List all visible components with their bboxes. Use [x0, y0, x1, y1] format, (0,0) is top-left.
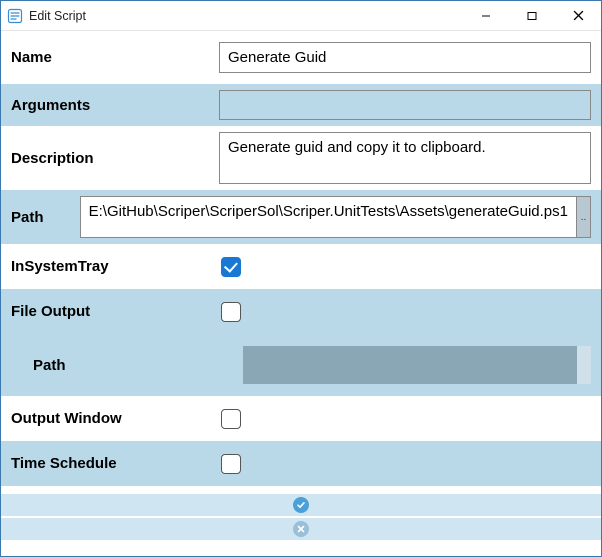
- row-description: Description Generate guid and copy it to…: [1, 126, 601, 190]
- row-name: Name Generate Guid: [1, 31, 601, 84]
- name-input[interactable]: Generate Guid: [219, 42, 591, 73]
- row-timeschedule: Time Schedule: [1, 441, 601, 486]
- window-controls: [463, 1, 601, 30]
- minimize-button[interactable]: [463, 1, 509, 30]
- browse-path-button[interactable]: ..: [577, 196, 591, 238]
- fileoutput-checkbox[interactable]: [221, 302, 241, 322]
- row-path: Path E:\GitHub\Scriper\ScriperSol\Scripe…: [1, 190, 601, 244]
- row-insystemtray: InSystemTray: [1, 244, 601, 289]
- close-button[interactable]: [555, 1, 601, 30]
- edit-script-window: Edit Script Name Generate Guid Arguments: [0, 0, 602, 557]
- maximize-button[interactable]: [509, 1, 555, 30]
- insystemtray-checkbox[interactable]: [221, 257, 241, 277]
- label-description: Description: [1, 126, 219, 190]
- label-name: Name: [1, 31, 219, 84]
- row-fileoutput-path: Path: [1, 334, 601, 396]
- label-insystemtray: InSystemTray: [1, 244, 219, 289]
- description-input[interactable]: Generate guid and copy it to clipboard.: [219, 132, 591, 184]
- form-content: Name Generate Guid Arguments Description…: [1, 31, 601, 556]
- browse-fileoutput-button: [577, 346, 591, 384]
- timeschedule-checkbox[interactable]: [221, 454, 241, 474]
- check-icon: [293, 497, 309, 513]
- label-arguments: Arguments: [1, 84, 219, 126]
- fileoutput-path-input: [243, 346, 577, 384]
- cross-icon: [293, 521, 309, 537]
- row-arguments: Arguments: [1, 84, 601, 126]
- path-input[interactable]: E:\GitHub\Scriper\ScriperSol\Scriper.Uni…: [80, 196, 577, 238]
- footer: [1, 492, 601, 540]
- script-icon: [7, 8, 23, 24]
- row-fileoutput: File Output: [1, 289, 601, 334]
- outputwindow-checkbox[interactable]: [221, 409, 241, 429]
- label-fileoutput: File Output: [1, 289, 219, 334]
- label-timeschedule: Time Schedule: [1, 441, 219, 486]
- titlebar: Edit Script: [1, 1, 601, 31]
- cancel-row[interactable]: [1, 516, 601, 540]
- label-outputwindow: Output Window: [1, 396, 219, 441]
- window-title: Edit Script: [29, 9, 463, 23]
- label-fileoutput-path: Path: [1, 340, 243, 390]
- row-outputwindow: Output Window: [1, 396, 601, 441]
- label-path: Path: [1, 190, 80, 244]
- arguments-input[interactable]: [219, 90, 591, 120]
- ok-row[interactable]: [1, 492, 601, 516]
